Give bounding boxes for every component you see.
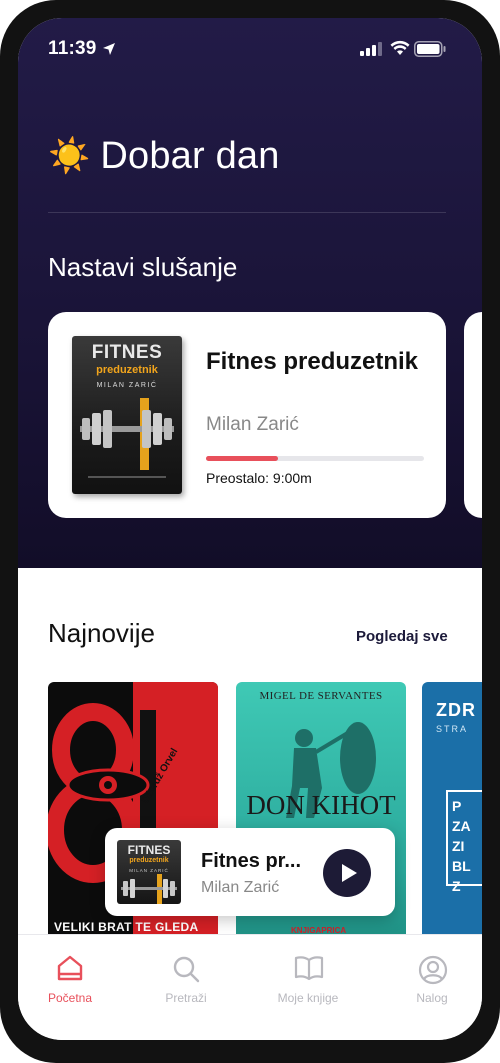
see-all-link[interactable]: Pogledaj sve: [356, 628, 448, 645]
book-title: Fitnes preduzetnik: [206, 348, 419, 375]
play-button[interactable]: [323, 849, 371, 897]
cover-title: FITNES: [91, 342, 163, 363]
cover-line: Z: [452, 878, 461, 894]
cover-lines: P ZA ZI BL Z: [452, 796, 471, 896]
tab-label: Moje knjige: [277, 991, 339, 1005]
cover-title: DON KIHOT: [246, 790, 396, 820]
tab-label: Nalog: [416, 991, 448, 1005]
latest-section-title: Najnovije: [48, 618, 155, 648]
next-continue-card[interactable]: [464, 312, 482, 518]
book-icon: [294, 956, 324, 981]
cover-subtitle: preduzetnik: [129, 857, 169, 864]
cover-title: FITNES: [127, 843, 171, 857]
listening-progress-bar: [206, 456, 424, 461]
sun-icon: ☀️: [48, 137, 91, 175]
cover-author: MIGEL DE SERVANTES: [259, 690, 383, 702]
continue-listening-card[interactable]: FITNES preduzetnik MILAN ZARIĆ Fitnes pr…: [48, 312, 446, 518]
remaining-time: Preostalo: 9:00m: [206, 470, 312, 486]
divider: [48, 212, 446, 213]
cover-author: MILAN ZARIĆ: [129, 868, 169, 873]
location-arrow-icon: [103, 43, 115, 55]
cover-line: ZI: [452, 838, 465, 854]
hero-section: 11:39 ☀️ Dobar dan Nastavi slušanje FITN…: [18, 18, 482, 568]
cover-title: ZDR: [436, 700, 476, 720]
cover-line: ZA: [452, 818, 471, 834]
book-cover: FITNES preduzetnik MILAN ZARIĆ: [72, 336, 182, 494]
play-icon: [342, 864, 357, 882]
greeting: ☀️ Dobar dan: [48, 132, 280, 180]
tab-home[interactable]: Početna: [22, 935, 118, 1025]
mini-player[interactable]: FITNES preduzetnik MILAN ZARIĆ Fitnes pr…: [105, 828, 395, 916]
battery-icon: [414, 41, 446, 57]
home-icon: [57, 955, 83, 981]
app-screen: 11:39 ☀️ Dobar dan Nastavi slušanje FITN…: [18, 18, 482, 1040]
greeting-text: Dobar dan: [100, 134, 280, 177]
dumbbell-icon: [121, 874, 177, 904]
cellular-signal-icon: [360, 42, 382, 56]
account-icon: [418, 955, 448, 985]
cover-footer: VELIKI BRAT TE GLEDA: [54, 920, 199, 934]
tab-account[interactable]: Nalog: [384, 935, 480, 1025]
cover-author: MILAN ZARIĆ: [96, 382, 158, 389]
tab-search[interactable]: Pretraži: [138, 935, 234, 1025]
cover-subtitle: STRA: [436, 724, 469, 734]
cover-subtitle: preduzetnik: [96, 364, 158, 376]
cover-line: P: [452, 798, 462, 814]
status-bar: 11:39: [18, 18, 482, 82]
status-time: 11:39: [48, 38, 97, 59]
mini-player-title: Fitnes pr...: [201, 850, 302, 872]
search-icon: [173, 956, 200, 983]
book-author: Milan Zarić: [206, 414, 299, 435]
progress-fill: [206, 456, 278, 461]
mini-player-author: Milan Zarić: [201, 879, 280, 896]
tab-my-books[interactable]: Moje knjige: [260, 935, 356, 1025]
tab-label: Početna: [47, 991, 93, 1005]
tab-label: Pretraži: [165, 991, 207, 1005]
latest-book-3[interactable]: ZDR STRA P ZA ZI BL Z: [422, 682, 482, 952]
wifi-icon: [390, 40, 410, 55]
mini-player-cover: FITNES preduzetnik MILAN ZARIĆ: [117, 840, 181, 904]
continue-listening-title: Nastavi slušanje: [48, 252, 238, 282]
cover-line: BL: [452, 858, 471, 874]
tab-bar: Početna Pretraži Moje knjige Nalog: [18, 934, 482, 1040]
dumbbell-icon: [80, 398, 174, 478]
phone-frame: 11:39 ☀️ Dobar dan Nastavi slušanje FITN…: [0, 0, 500, 1063]
